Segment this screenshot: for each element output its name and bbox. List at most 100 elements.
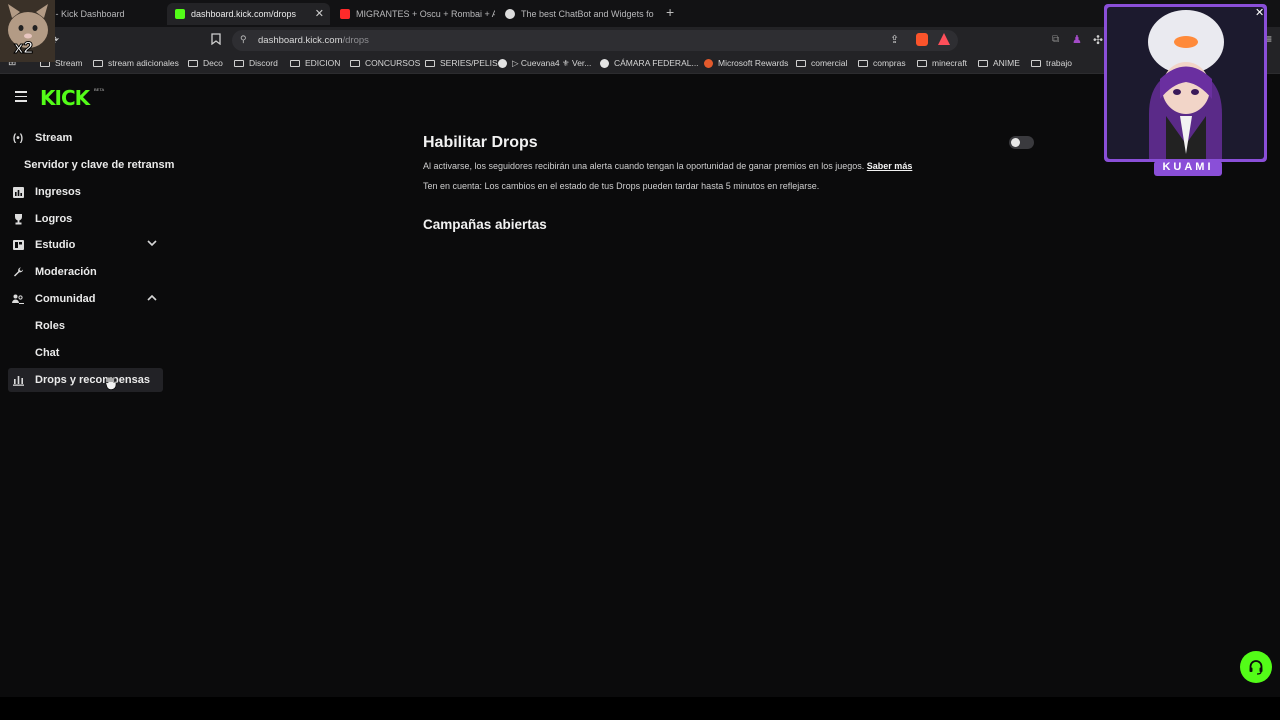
browser-tab-strip: Stream - Kick Dashboard dashboard.kick.c…: [0, 0, 1280, 27]
bookmark-compras[interactable]: compras: [858, 58, 906, 68]
folder-icon: [234, 59, 244, 67]
sidebar-item-income[interactable]: Ingresos: [8, 180, 163, 204]
folder-icon: [978, 59, 988, 67]
twitch-extension-icon[interactable]: ♟: [1072, 33, 1082, 46]
sidebar-item-drops[interactable]: Drops y recompensas: [8, 368, 163, 392]
url-host: dashboard.kick.com: [258, 35, 343, 46]
folder-icon: [188, 59, 198, 67]
rewards-icon: [704, 58, 713, 68]
youtube-favicon-icon: [340, 9, 350, 19]
bookmark-label: minecraft: [932, 58, 967, 68]
bookmarks-bar: ⊞ Stream stream adicionales Deco Discord…: [0, 54, 1280, 74]
url-text: dashboard.kick.com/drops: [258, 35, 369, 46]
bookmark-microsoft-rewards[interactable]: Microsoft Rewards: [704, 58, 788, 68]
folder-icon: [1031, 59, 1041, 67]
bookmark-concursos[interactable]: CONCURSOS: [350, 58, 420, 68]
bookmark-label: Stream: [55, 58, 83, 68]
sidebar-item-stream[interactable]: (•) Stream: [8, 126, 163, 150]
bookmark-label: ANIME: [993, 58, 1020, 68]
sidebar-item-roles[interactable]: Roles: [35, 320, 65, 332]
page-title: Habilitar Drops: [423, 134, 538, 151]
community-icon: [12, 293, 24, 305]
close-icon[interactable]: ✕: [1255, 6, 1264, 19]
address-bar[interactable]: ⚲ dashboard.kick.com/drops ⇪: [232, 30, 958, 51]
tab-chatbot[interactable]: The best ChatBot and Widgets fo: [497, 3, 660, 25]
tab-drops[interactable]: dashboard.kick.com/drops ✕: [167, 3, 330, 25]
bookmark-label: trabajo: [1046, 58, 1072, 68]
close-tab-icon[interactable]: ✕: [315, 7, 324, 20]
enable-drops-toggle[interactable]: [1009, 136, 1034, 149]
sidebar-item-server-key[interactable]: Servidor y clave de retransm: [24, 159, 174, 171]
site-info-icon[interactable]: ⚲: [240, 34, 247, 45]
open-campaigns-heading: Campañas abiertas: [423, 217, 547, 232]
description-text: Al activarse, los seguidores recibirán u…: [423, 161, 865, 171]
sidebar-item-chat[interactable]: Chat: [35, 347, 59, 359]
bookmark-label: Microsoft Rewards: [718, 58, 789, 68]
bookmark-anime[interactable]: ANIME: [978, 58, 1020, 68]
bookmark-label: Discord: [249, 58, 278, 68]
share-icon[interactable]: ⇪: [890, 33, 899, 46]
bookmark-icon[interactable]: [211, 33, 221, 48]
sidebar-item-studio[interactable]: Estudio: [8, 233, 163, 257]
kick-favicon-icon: [175, 9, 185, 19]
bookmark-cuevana[interactable]: ▷ Cuevana4 ⚜ Ver...: [498, 58, 591, 69]
camara-icon: [600, 58, 609, 68]
bookmark-comercial[interactable]: comercial: [796, 58, 847, 68]
folder-icon: [917, 59, 927, 67]
sidebar-item-moderation[interactable]: Moderación: [8, 260, 163, 284]
new-tab-icon[interactable]: +: [666, 4, 674, 20]
sidebar-item-community[interactable]: Comunidad: [8, 287, 163, 311]
sidebar-item-label: Moderación: [35, 266, 97, 278]
broadcast-icon: (•): [12, 132, 24, 144]
bookmark-deco[interactable]: Deco: [188, 58, 223, 68]
folder-icon: [425, 59, 435, 67]
bookmark-label: CONCURSOS: [365, 58, 421, 68]
brave-rewards-icon[interactable]: [938, 33, 950, 45]
bookmark-discord[interactable]: Discord: [234, 58, 278, 68]
bookmark-label: CÁMARA FEDERAL...: [614, 58, 699, 68]
bar-chart-icon: [12, 186, 24, 198]
menu-icon[interactable]: [15, 91, 27, 105]
sidebar-item-label: Ingresos: [35, 186, 81, 198]
bookmark-label: stream adicionales: [108, 58, 179, 68]
folder-icon: [350, 59, 360, 67]
chevron-up-icon[interactable]: [147, 293, 157, 304]
bookmark-camara-federal[interactable]: CÁMARA FEDERAL...: [600, 58, 699, 68]
kick-dashboard: KICK BETA (•) Stream Servidor y clave de…: [0, 75, 1280, 697]
browser-toolbar: ⟳ ⚲ dashboard.kick.com/drops ⇪ ⧉ ♟ ✣ ≡: [0, 27, 1280, 54]
drops-description: Al activarse, los seguidores recibirán u…: [423, 161, 912, 171]
tab-title: dashboard.kick.com/drops: [191, 9, 297, 19]
bookmark-minecraft[interactable]: minecraft: [917, 58, 967, 68]
url-path: /drops: [342, 35, 369, 46]
bookmark-edicion[interactable]: EDICION: [290, 58, 340, 68]
mouse-cursor-icon: [105, 376, 117, 395]
chevron-down-icon[interactable]: [147, 239, 157, 250]
x2-label: x2: [14, 38, 34, 58]
bookmark-series-pelis[interactable]: SERIES/PELIS: [425, 58, 498, 68]
sidebar-item-label: Stream: [35, 132, 73, 144]
sidebar-item-achievements[interactable]: Logros: [8, 207, 163, 231]
beta-label: BETA: [94, 87, 105, 92]
learn-more-link[interactable]: Saber más: [867, 161, 913, 171]
extensions-puzzle-icon[interactable]: ✣: [1093, 33, 1103, 47]
cat-gif-overlay: x2: [0, 0, 55, 62]
wrench-icon: [12, 266, 24, 278]
webcam-name-label: KUAMI: [1162, 161, 1214, 173]
tab-youtube[interactable]: MIGRANTES + Oscu + Rombai + AG: [332, 3, 495, 25]
extension-icon[interactable]: ⧉: [1052, 34, 1059, 45]
folder-icon: [796, 59, 806, 67]
folder-icon: [858, 59, 868, 67]
brave-shield-icon[interactable]: [916, 33, 928, 46]
sidebar-item-label: Estudio: [35, 239, 76, 251]
trophy-icon: [12, 213, 24, 225]
headset-icon: [1249, 660, 1263, 675]
folder-icon: [290, 59, 300, 67]
tab-title: MIGRANTES + Oscu + Rombai + AG: [356, 9, 495, 19]
bookmark-label: ▷ Cuevana4 ⚜ Ver...: [512, 58, 592, 68]
support-chat-button[interactable]: [1240, 651, 1272, 683]
bookmark-trabajo[interactable]: trabajo: [1031, 58, 1072, 68]
cuevana-icon: [498, 59, 507, 68]
kick-logo[interactable]: KICK: [40, 86, 90, 110]
sidebar-item-label: Logros: [35, 213, 73, 225]
bookmark-stream-adicionales[interactable]: stream adicionales: [93, 58, 179, 68]
